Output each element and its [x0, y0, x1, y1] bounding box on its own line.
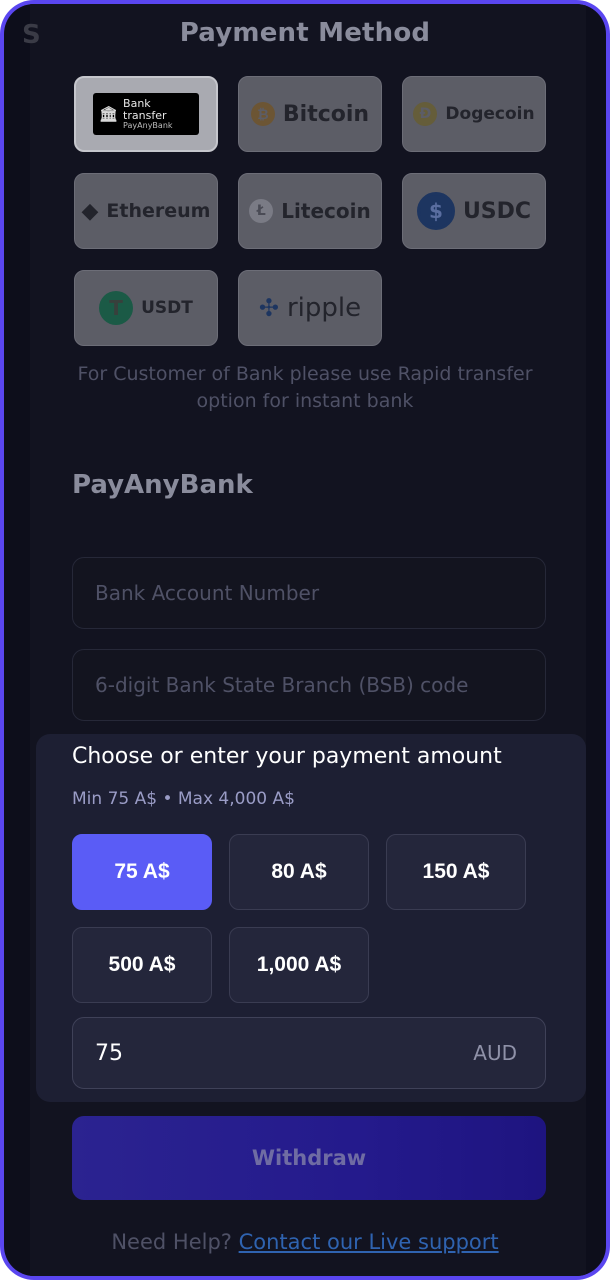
method-label: Litecoin: [281, 199, 371, 223]
method-usdt[interactable]: T USDT: [74, 270, 218, 346]
dogecoin-icon: Ð: [413, 102, 438, 126]
method-litecoin[interactable]: Ł Litecoin: [238, 173, 382, 249]
screen: S Payment Method 🏛 Bank transfer PayAnyB…: [4, 4, 606, 1276]
amount-preset-500[interactable]: 500 A$: [72, 927, 212, 1003]
section-title: PayAnyBank: [72, 470, 253, 500]
method-label: USDC: [462, 198, 532, 224]
method-bitcoin[interactable]: ₿ Bitcoin: [238, 76, 382, 152]
amount-preset-150[interactable]: 150 A$: [386, 834, 526, 910]
litecoin-icon: Ł: [249, 199, 274, 223]
help-text: Need Help? Contact our Live support: [4, 1230, 606, 1254]
amount-title: Choose or enter your payment amount: [72, 744, 502, 769]
bsb-code-input[interactable]: [95, 673, 545, 697]
account-number-input[interactable]: [95, 581, 545, 605]
help-prefix: Need Help?: [111, 1230, 232, 1254]
method-label: Ethereum: [106, 200, 211, 222]
bank-notice: For Customer of Bank please use Rapid tr…: [77, 363, 533, 412]
live-support-link[interactable]: Contact our Live support: [239, 1230, 499, 1254]
usdt-icon: T: [99, 291, 134, 325]
bank-transfer-logo: 🏛 Bank transfer PayAnyBank: [93, 93, 199, 135]
withdraw-button[interactable]: Withdraw: [72, 1116, 546, 1200]
bitcoin-icon: ₿: [250, 102, 275, 126]
device-frame: S Payment Method 🏛 Bank transfer PayAnyB…: [0, 0, 610, 1280]
method-dogecoin[interactable]: Ð Dogecoin: [402, 76, 546, 152]
bank-logo-line1: Bank transfer: [123, 96, 167, 122]
amount-preset-80[interactable]: 80 A$: [229, 834, 369, 910]
method-label: Dogecoin: [445, 104, 535, 124]
amount-preset-1000[interactable]: 1,000 A$: [229, 927, 369, 1003]
amount-field[interactable]: AUD: [72, 1017, 546, 1089]
bsb-code-field[interactable]: [72, 649, 546, 721]
method-label: USDT: [141, 298, 193, 318]
method-label: Bitcoin: [282, 101, 370, 127]
bank-icon: 🏛: [99, 105, 119, 123]
method-ethereum[interactable]: ◆ Ethereum: [74, 173, 218, 249]
method-bank-transfer[interactable]: 🏛 Bank transfer PayAnyBank: [74, 76, 218, 152]
page-title: Payment Method: [179, 18, 431, 48]
currency-label: AUD: [473, 1041, 517, 1065]
amount-limits: Min 75 A$ • Max 4,000 A$: [72, 789, 295, 809]
account-number-field[interactable]: [72, 557, 546, 629]
method-label: ripple: [286, 293, 362, 323]
ripple-icon: ✣: [258, 294, 279, 322]
amount-input[interactable]: [95, 1040, 395, 1066]
amount-preset-75[interactable]: 75 A$: [72, 834, 212, 910]
ethereum-icon: ◆: [81, 198, 99, 224]
bank-logo-line2: PayAnyBank: [123, 120, 173, 130]
usdc-icon: $: [416, 192, 455, 230]
method-ripple[interactable]: ✣ ripple: [238, 270, 382, 346]
method-usdc[interactable]: $ USDC: [402, 173, 546, 249]
